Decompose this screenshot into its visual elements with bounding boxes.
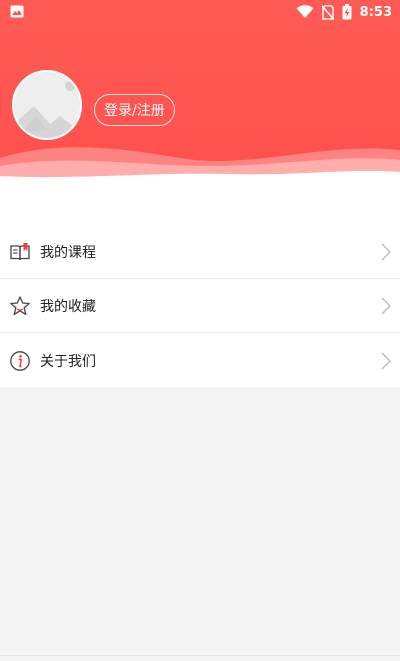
menu-item-my-courses[interactable]: 我的课程: [0, 226, 400, 279]
profile-screen: 8:53 登录/注册 我的课程 我的收藏 关于我们: [0, 0, 400, 661]
profile-header: 8:53 登录/注册: [0, 0, 400, 200]
image-placeholder-icon: [14, 72, 80, 138]
header-wave: [0, 147, 400, 200]
star-icon: [10, 296, 30, 316]
bottom-divider: [0, 655, 400, 656]
login-register-button[interactable]: 登录/注册: [94, 94, 175, 126]
menu-item-my-favorites[interactable]: 我的收藏: [0, 280, 400, 333]
status-bar: 8:53: [0, 0, 400, 24]
gallery-icon: [10, 5, 24, 18]
clock: 8:53: [359, 4, 392, 20]
chevron-right-icon: [381, 297, 391, 315]
battery-charging-icon: [342, 4, 352, 20]
menu-list: 我的课程 我的收藏 关于我们: [0, 200, 400, 387]
no-sim-icon: [321, 4, 334, 20]
menu-item-about-us[interactable]: 关于我们: [0, 334, 400, 387]
chevron-right-icon: [381, 352, 391, 369]
menu-item-label: 我的收藏: [40, 299, 96, 315]
book-icon: [10, 243, 30, 261]
menu-item-label: 我的课程: [40, 245, 96, 261]
avatar[interactable]: [12, 70, 82, 140]
chevron-right-icon: [381, 243, 391, 261]
menu-item-label: 关于我们: [40, 353, 96, 370]
wifi-icon: [296, 5, 314, 18]
info-icon: [10, 350, 30, 371]
status-icons: 8:53: [296, 3, 392, 21]
